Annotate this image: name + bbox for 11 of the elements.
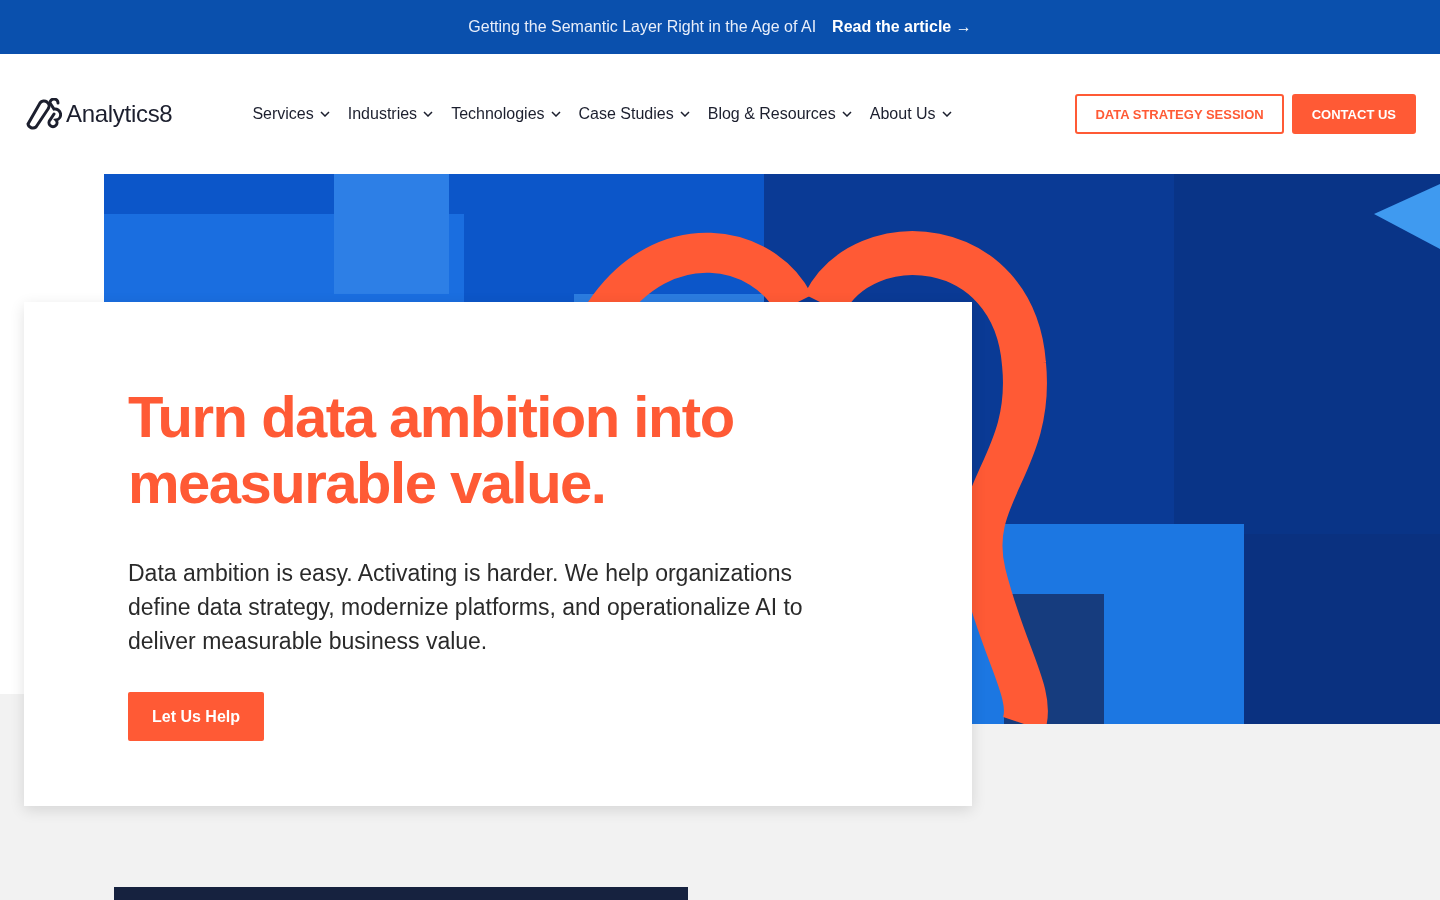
nav-item[interactable]: Industries: [347, 105, 434, 123]
nav-item[interactable]: Technologies: [451, 105, 561, 123]
hero-title: Turn data ambition into measurable value.: [128, 384, 735, 516]
announcement-text: Getting the Semantic Layer Right in the Age of AI: [468, 18, 817, 36]
nav-item[interactable]: Services: [252, 105, 330, 123]
nav-item[interactable]: About Us: [869, 105, 952, 123]
read-article-link[interactable]: Read the article →: [832, 18, 972, 36]
logo-text: Analytics8: [66, 100, 173, 128]
hero-text: Data ambition is easy. Activating is harder. We help organizations define data strategy, modernize platforms, and operationalize AI to deliver measurable business value.: [128, 559, 804, 656]
nav-item[interactable]: Case Studies: [578, 105, 690, 123]
nav-item[interactable]: Blog & Resources: [707, 105, 852, 123]
